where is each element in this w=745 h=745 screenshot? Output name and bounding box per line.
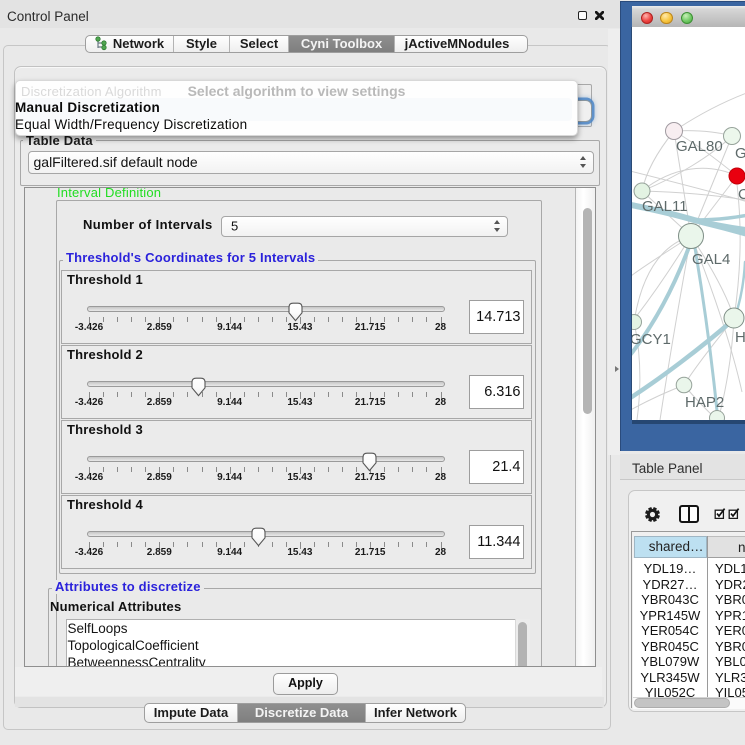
svg-text:C: C bbox=[738, 186, 745, 203]
svg-text:GCY1: GCY1 bbox=[632, 331, 671, 348]
svg-text:GAL80: GAL80 bbox=[676, 138, 723, 155]
svg-text:GA: GA bbox=[735, 145, 745, 162]
svg-text:GAL4: GAL4 bbox=[692, 251, 730, 268]
svg-text:GAL11: GAL11 bbox=[642, 198, 688, 215]
svg-text:HAP2: HAP2 bbox=[685, 394, 724, 411]
svg-text:H: H bbox=[735, 329, 745, 346]
